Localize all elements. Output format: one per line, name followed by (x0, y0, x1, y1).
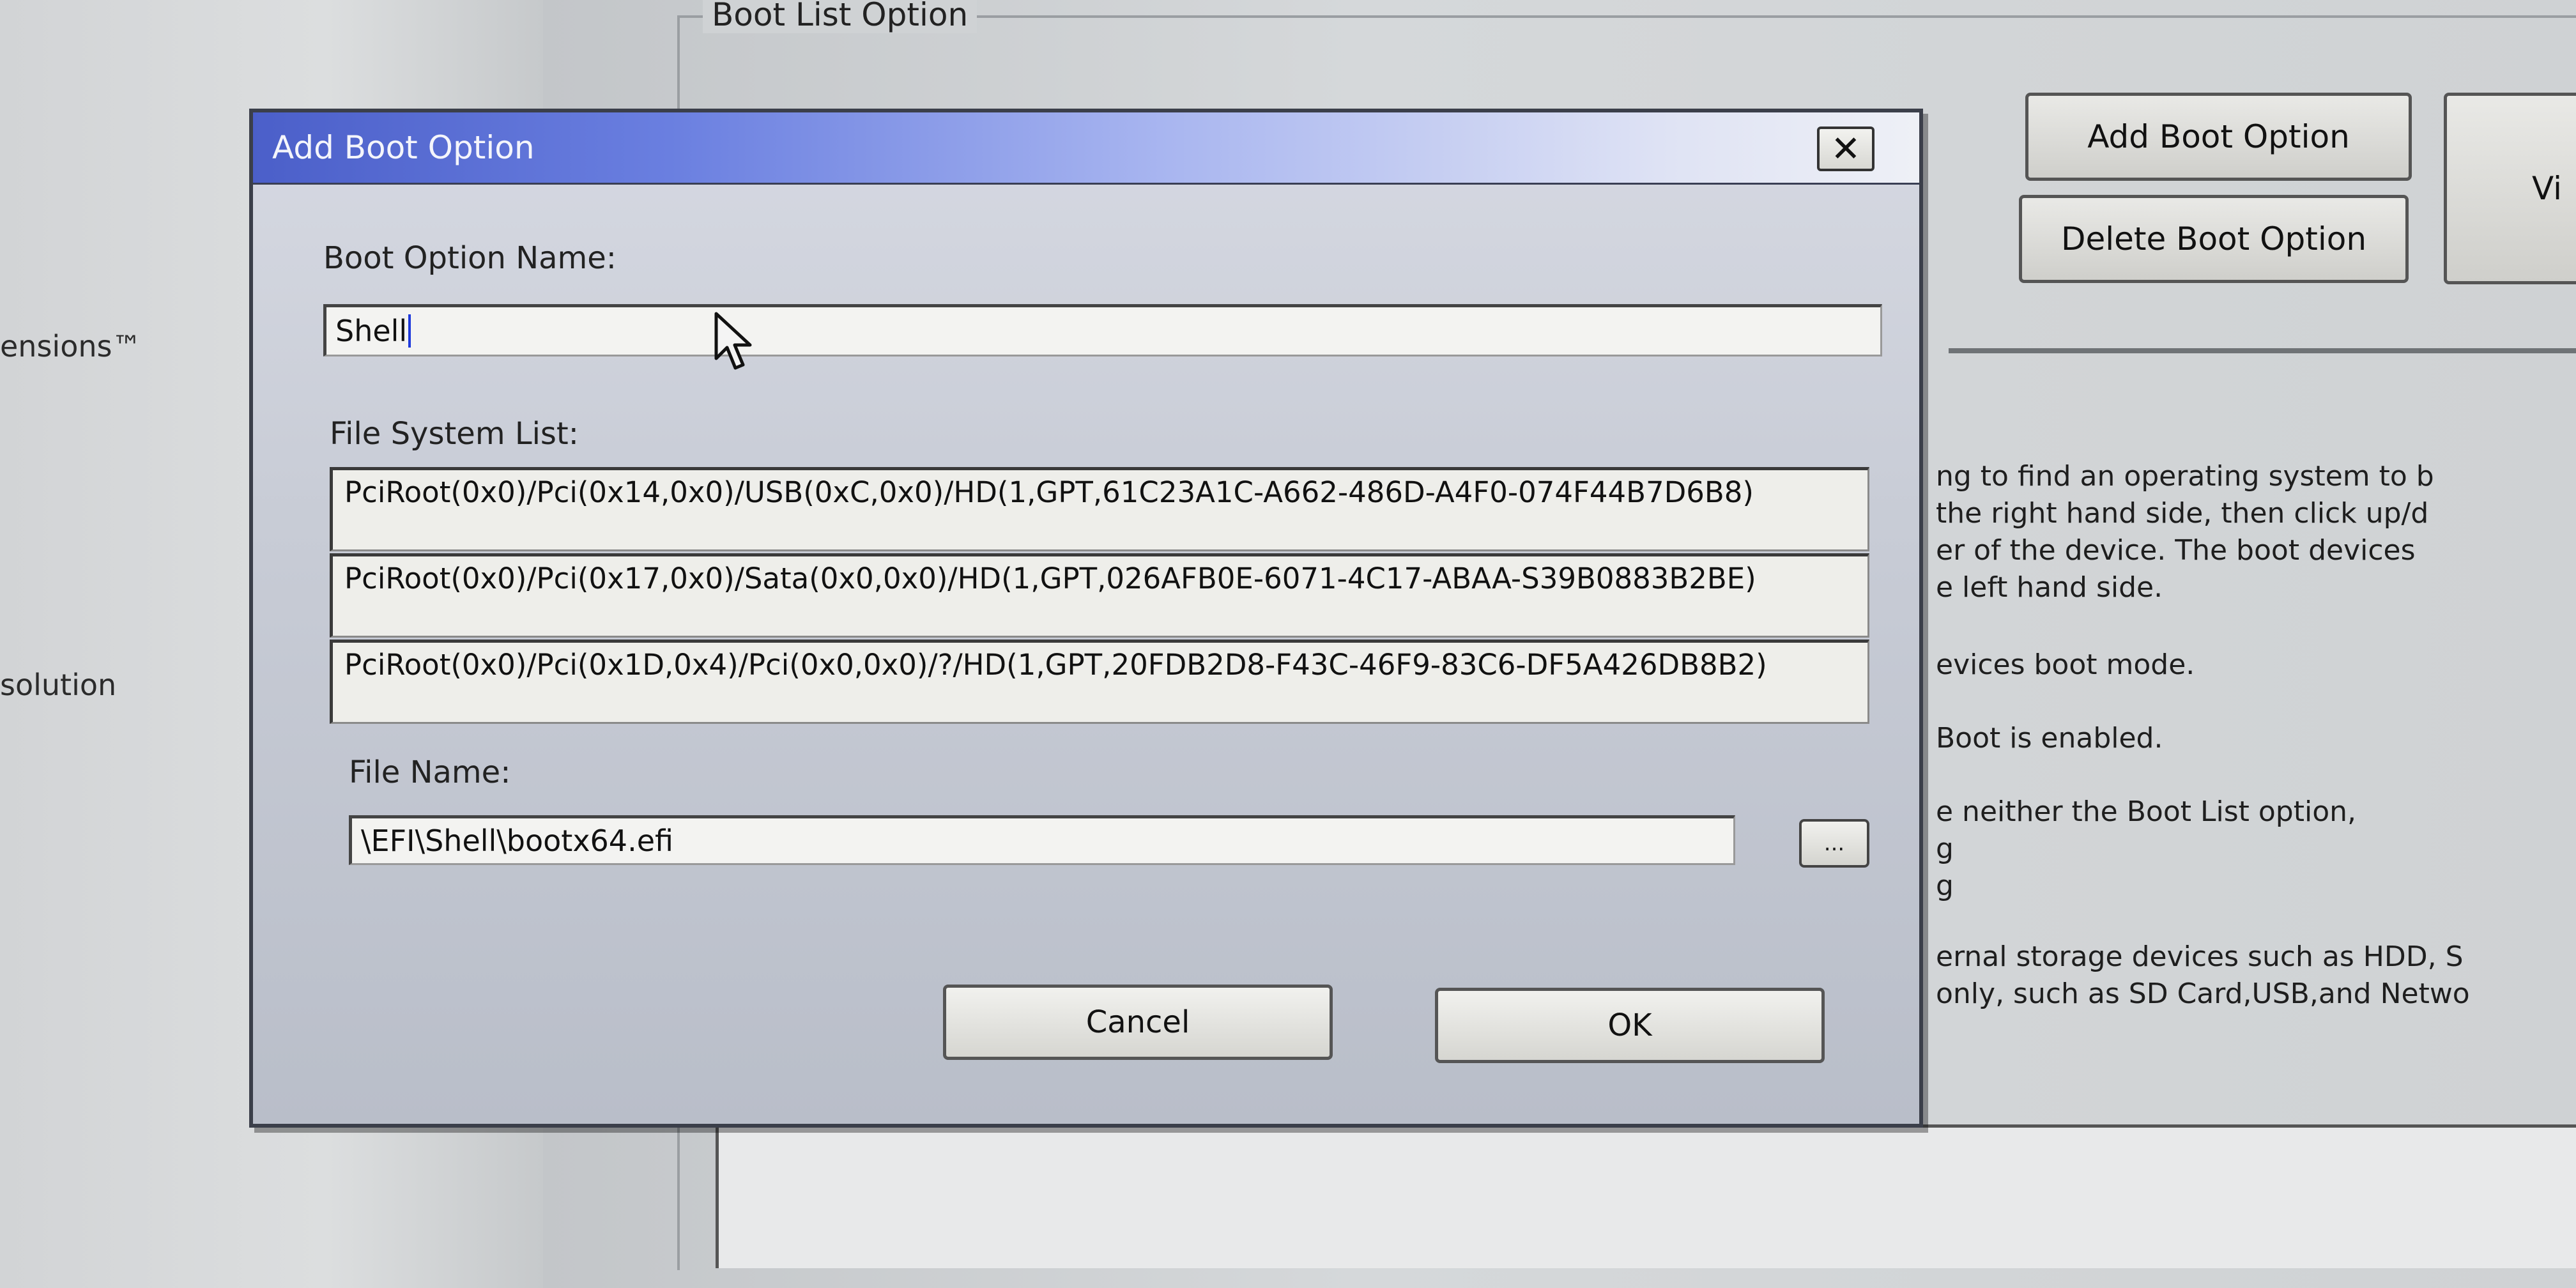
help-text-line: the right hand side, then click up/d (1936, 497, 2429, 530)
file-system-item[interactable]: PciRoot(0x0)/Pci(0x17,0x0)/Sata(0x0,0x0)… (330, 553, 1869, 638)
file-system-list[interactable]: PciRoot(0x0)/Pci(0x14,0x0)/USB(0xC,0x0)/… (330, 467, 1869, 726)
view-button[interactable]: Vi (2444, 93, 2576, 284)
help-text-line: evices boot mode. (1936, 648, 2195, 681)
help-text-line: ng to find an operating system to b (1936, 460, 2434, 493)
add-boot-option-dialog: Add Boot Option ✕ Boot Option Name: Shel… (249, 109, 1923, 1128)
help-separator (1949, 348, 2576, 353)
help-text-line: e left hand side. (1936, 571, 2163, 604)
help-text-line: e neither the Boot List option, (1936, 795, 2357, 828)
cancel-button[interactable]: Cancel (943, 985, 1333, 1060)
file-system-item[interactable]: PciRoot(0x0)/Pci(0x14,0x0)/USB(0xC,0x0)/… (330, 467, 1869, 551)
browse-button[interactable]: ... (1799, 819, 1869, 868)
boot-option-name-value: Shell (335, 314, 408, 348)
left-nav-item-extensions[interactable]: ensions™ (0, 329, 141, 364)
close-button[interactable]: ✕ (1817, 126, 1874, 171)
file-system-item[interactable]: PciRoot(0x0)/Pci(0x1D,0x4)/Pci(0x0,0x0)/… (330, 640, 1869, 724)
text-caret (408, 314, 411, 348)
dialog-title: Add Boot Option (272, 129, 535, 166)
help-text-line: er of the device. The boot devices (1936, 534, 2416, 567)
boot-option-name-input[interactable]: Shell (323, 304, 1882, 356)
file-name-label: File Name: (349, 755, 511, 790)
help-text-line: Boot is enabled. (1936, 722, 2163, 755)
help-text-line: ernal storage devices such as HDD, S (1936, 940, 2464, 973)
left-nav-item-resolution[interactable]: solution (0, 668, 116, 702)
ok-button[interactable]: OK (1435, 988, 1825, 1063)
help-text-line: only, such as SD Card,USB,and Netwo (1936, 977, 2470, 1010)
boot-sequence-list[interactable] (716, 1124, 2576, 1268)
boot-list-group-title: Boot List Option (703, 0, 977, 33)
delete-boot-option-button[interactable]: Delete Boot Option (2019, 195, 2409, 283)
help-text-line: g (1936, 832, 1954, 865)
boot-option-name-label: Boot Option Name: (323, 240, 617, 276)
file-system-list-label: File System List: (330, 416, 579, 452)
dialog-titlebar[interactable]: Add Boot Option ✕ (253, 112, 1919, 185)
add-boot-option-button[interactable]: Add Boot Option (2025, 93, 2412, 181)
help-text-line: g (1936, 870, 1954, 902)
mouse-pointer-icon (714, 312, 752, 370)
close-icon: ✕ (1830, 128, 1861, 170)
file-name-value: \EFI\Shell\bootx64.efi (361, 824, 673, 858)
file-name-input[interactable]: \EFI\Shell\bootx64.efi (349, 815, 1735, 865)
